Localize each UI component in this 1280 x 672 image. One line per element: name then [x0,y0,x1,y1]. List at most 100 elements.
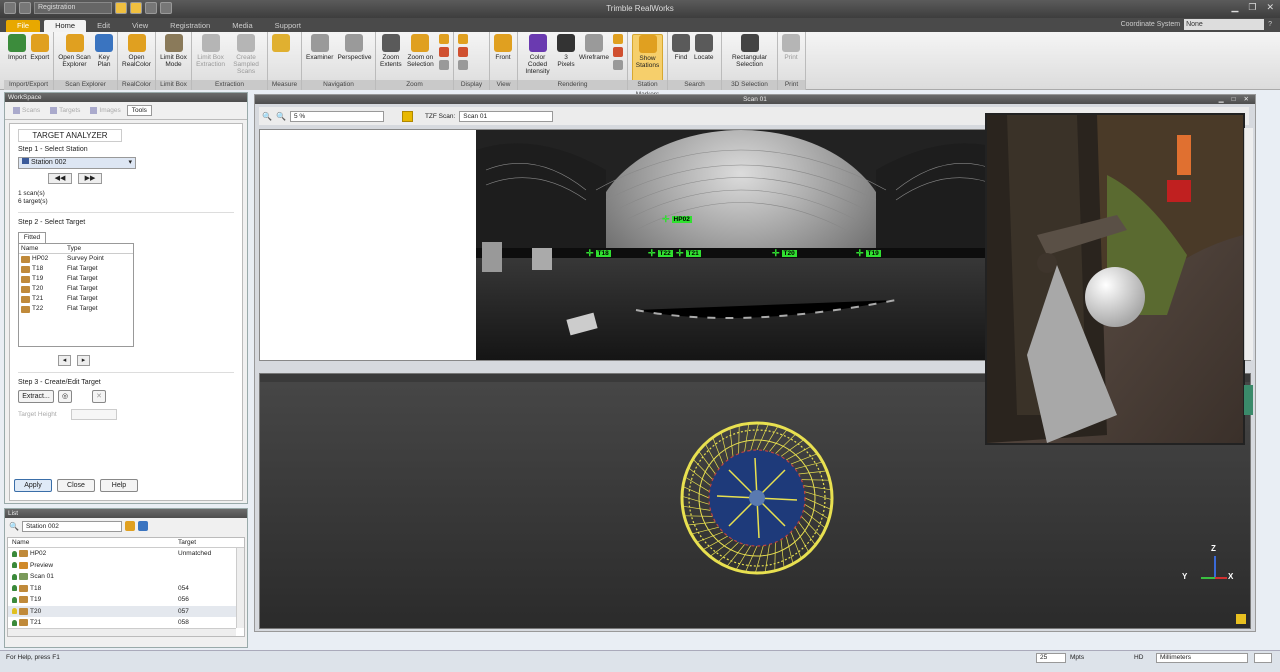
target-icon [21,275,30,283]
tab-file[interactable]: File [6,20,41,32]
help-button[interactable]: Help [100,479,138,492]
list-item[interactable]: T21 058 [8,617,244,629]
tab-support[interactable]: Support [264,20,312,32]
tab-view[interactable]: View [121,20,159,32]
tab-home[interactable]: Home [44,20,87,32]
print-icon [782,34,800,52]
list-item[interactable]: T19 056 [8,594,244,606]
tab-targets[interactable]: Targets [46,105,84,116]
pano-target-marker[interactable]: ✛ T22 [648,248,673,259]
main-scroll-thumb[interactable] [1244,385,1253,415]
zoom-out-icon[interactable]: 🔍 [276,112,286,121]
extract-button[interactable]: Extract... [18,390,54,403]
close-button[interactable]: Close [57,479,95,492]
units-select[interactable]: Millimeters [1156,653,1248,663]
zoom-in-icon[interactable]: 🔍 [262,112,272,121]
list-item[interactable]: HP02 Unmatched [8,548,244,560]
visibility-bulb-icon[interactable] [12,550,17,557]
folder-icon[interactable] [124,521,135,531]
target-row[interactable]: T22 Flat Target [19,304,133,314]
target-height-input[interactable] [70,409,117,420]
maximize-icon[interactable]: □ [1232,95,1236,104]
page-next-button[interactable]: ▸ [77,355,90,366]
visibility-bulb-icon[interactable] [12,585,17,592]
pano-target-label: T20 [781,250,797,257]
next-station-button[interactable]: ▶▶ [78,173,102,184]
pano-target-marker[interactable]: ✛ T21 [676,248,701,259]
list-col-target[interactable]: Target [178,539,196,546]
minimize-icon[interactable]: ▁ [1231,2,1238,13]
search-icon[interactable]: 🔍 [9,522,19,531]
pano-target-marker[interactable]: ✛ T19 [856,248,881,259]
view-options-icon[interactable] [137,521,148,531]
restore-icon[interactable]: ❐ [1248,2,1256,13]
ribbon-group-display: Display [454,32,490,90]
viewport-corner-icon[interactable] [1236,614,1246,624]
list-item[interactable]: Scan 01 [8,571,244,583]
target-row[interactable]: T19 Flat Target [19,274,133,284]
station-select[interactable]: Station 002 ▾ [18,157,136,169]
small-tool-icon[interactable] [458,47,468,57]
small-tool-icon[interactable] [458,60,468,70]
pano-target-marker[interactable]: ✛ T18 [586,248,611,259]
visibility-bulb-icon[interactable] [12,573,17,580]
small-tool-icon[interactable] [613,47,623,57]
help-icon[interactable]: ? [1268,21,1272,28]
page-prev-button[interactable]: ◂ [58,355,71,366]
close-icon[interactable]: ✕ [1266,2,1274,13]
tab-images[interactable]: Images [86,105,124,116]
target-row[interactable]: T18 Flat Target [19,264,133,274]
col-type[interactable]: Type [67,245,81,252]
minimize-icon[interactable]: ▁ [1219,95,1224,104]
visibility-bulb-icon[interactable] [12,619,17,626]
crosshair-icon: ✛ [662,214,670,224]
small-tool-icon[interactable] [439,34,449,44]
list-col-name[interactable]: Name [12,539,178,546]
ribbon-group-extraction: Limit Box Extraction Create Sampled Scans… [192,32,268,90]
ribbon-group-label: Zoom [376,80,453,90]
list-item-name: T21 [30,619,42,626]
pick-target-icon[interactable]: ◎ [58,390,72,403]
visibility-bulb-icon[interactable] [12,608,17,615]
target-row[interactable]: HP02 Survey Point [19,254,133,264]
list-item-name: T18 [30,584,42,592]
col-name[interactable]: Name [21,245,67,252]
workspace-title: WorkSpace [5,93,247,102]
tab-edit[interactable]: Edit [86,20,121,32]
list-item[interactable]: T20 057 [8,605,244,617]
tzf-scan-select[interactable]: Scan 01 [459,110,554,122]
small-tool-icon[interactable] [439,60,449,70]
list-item[interactable]: T18 054 [8,583,244,595]
apply-button[interactable]: Apply [14,479,52,492]
list-item[interactable]: Preview [8,560,244,572]
visibility-bulb-icon[interactable] [12,596,17,603]
tab-scans[interactable]: Scans [9,105,44,116]
main-vertical-scrollbar[interactable] [1244,128,1253,360]
visibility-bulb-icon[interactable] [12,562,17,569]
tab-registration[interactable]: Registration [159,20,221,32]
pano-target-marker[interactable]: ✛ T20 [772,248,797,259]
close-icon[interactable]: ✕ [1244,95,1249,104]
previous-station-button[interactable]: ◀◀ [48,173,72,184]
small-tool-icon[interactable] [439,47,449,57]
points-count[interactable]: 25 [1036,653,1066,663]
list-station-select[interactable]: Station 002 [21,520,122,532]
pano-target-marker[interactable]: ✛ HP02 [662,214,692,225]
small-tool-icon[interactable] [613,60,623,70]
list-horizontal-scrollbar[interactable] [8,628,236,636]
small-tool-icon[interactable] [458,34,468,44]
panorama-image[interactable]: ✛ HP02 ✛ T18 ✛ T22 ✛ T21 ✛ T20 ✛ T19 [476,130,1006,360]
small-tool-icon[interactable] [613,34,623,44]
target-row[interactable]: T21 Flat Target [19,294,133,304]
fitted-tab[interactable]: Fitted [18,232,46,243]
tab-tools[interactable]: Tools [126,105,152,116]
list-vertical-scrollbar[interactable] [236,548,244,628]
list-item-name: Preview [30,561,54,569]
flag-icon[interactable] [401,110,413,122]
zoom-select[interactable]: 5 % [289,110,384,122]
delete-target-icon[interactable]: ✕ [92,390,106,403]
target-row[interactable]: T20 Flat Target [19,284,133,294]
tab-media[interactable]: Media [221,20,263,32]
coordinate-system-select[interactable]: None [1184,19,1265,30]
status-settings-icon[interactable] [1254,653,1272,663]
